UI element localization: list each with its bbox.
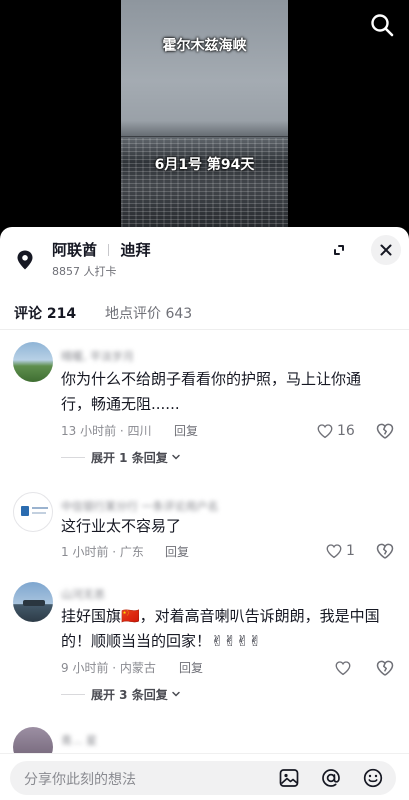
like-count: 1 — [346, 543, 355, 559]
reply-button[interactable]: 回复 — [179, 659, 203, 676]
search-icon — [371, 14, 394, 37]
emoji-icon[interactable] — [362, 767, 384, 789]
location-name[interactable]: 阿联酋 迪拜 — [52, 239, 151, 260]
comment-username[interactable]: 中信银行某分行 一条评论用户名 — [61, 498, 219, 514]
heart-icon — [326, 544, 342, 559]
tab-place-reviews[interactable]: 地点评价 643 — [105, 303, 192, 323]
location-pin-icon — [17, 250, 33, 270]
location-divider — [108, 244, 110, 256]
comment-username[interactable]: 山河无恙 — [61, 586, 105, 602]
comment-username[interactable]: 晴暖, 平淡岁月 — [61, 348, 134, 364]
divider-line — [61, 693, 85, 695]
comments-sheet: 阿联酋 迪拜 8857 人打卡 评论 214 地点评价 643 晴暖, 平淡岁月… — [0, 227, 409, 800]
close-button[interactable] — [371, 235, 401, 265]
reply-button[interactable]: 回复 — [174, 422, 198, 439]
broken-heart-icon — [376, 660, 394, 676]
like-button[interactable]: 16 — [316, 421, 355, 441]
comment-input[interactable]: 分享你此刻的想法 — [10, 761, 396, 795]
logo-line — [32, 507, 48, 509]
divider-line — [61, 456, 85, 458]
heart-icon — [317, 424, 333, 439]
dislike-button[interactable] — [375, 421, 395, 441]
dislike-button[interactable] — [375, 658, 395, 678]
avatar[interactable] — [13, 582, 53, 622]
close-icon — [380, 244, 392, 256]
chevron-down-icon — [171, 454, 180, 460]
comment-text: 这行业太不容易了 — [61, 517, 182, 535]
broken-heart-icon — [376, 423, 394, 439]
comment-text: 你为什么不给朗子看看你的护照，马上让你通行，畅通无阻...... — [61, 370, 362, 413]
video-title-overlay: 霍尔木兹海峡 — [162, 38, 247, 54]
chevron-down-icon — [171, 691, 180, 697]
collapse-arrows-icon — [334, 245, 344, 255]
comment-username[interactable]: 青... 星 — [61, 732, 97, 748]
location-country: 阿联酋 — [52, 241, 98, 259]
avatar-figure — [23, 600, 45, 606]
expand-replies-label: 展开 1 条回复 — [91, 450, 168, 465]
video-date-overlay: 6月1号 第94天 — [154, 157, 255, 173]
broken-heart-icon — [376, 543, 394, 559]
heart-icon — [335, 661, 351, 676]
expand-replies-button[interactable]: 展开 3 条回复 — [61, 685, 182, 703]
tab-comments[interactable]: 评论 214 — [14, 303, 76, 323]
comment-time-region: 9 小时前 · 内蒙古 — [61, 661, 156, 675]
location-header[interactable]: 阿联酋 迪拜 8857 人打卡 — [0, 227, 409, 283]
like-count: 16 — [337, 423, 355, 439]
location-city: 迪拜 — [120, 241, 151, 259]
tab-bar: 评论 214 地点评价 643 — [0, 299, 409, 330]
at-mention-icon[interactable] — [320, 767, 342, 789]
expand-replies-button[interactable]: 展开 1 条回复 — [61, 448, 182, 466]
expand-replies-label: 展开 3 条回复 — [91, 687, 168, 702]
comment-time-region: 1 小时前 · 广东 — [61, 545, 144, 559]
comment-text: 挂好国旗🇨🇳，对着高音喇叭告诉朗朗，我是中国的！顺顺当当的回家！✌✌✌✌ — [61, 607, 380, 650]
like-button[interactable]: 1 — [325, 541, 355, 561]
video-player[interactable]: 霍尔木兹海峡 6月1号 第94天 — [0, 0, 409, 232]
search-button[interactable] — [369, 12, 395, 38]
comment-input-bar: 分享你此刻的想法 — [0, 753, 409, 800]
avatar[interactable] — [13, 492, 53, 532]
logo-mark — [21, 506, 29, 516]
minimize-button[interactable] — [325, 236, 353, 264]
logo-line — [32, 512, 46, 514]
video-frame[interactable]: 霍尔木兹海峡 6月1号 第94天 — [121, 0, 288, 232]
reply-button[interactable]: 回复 — [165, 543, 189, 560]
sea-surface — [121, 138, 288, 232]
checkin-count: 8857 人打卡 — [52, 265, 117, 278]
avatar[interactable] — [13, 342, 53, 382]
comment-time-region: 13 小时前 · 四川 — [61, 424, 152, 438]
dislike-button[interactable] — [375, 541, 395, 561]
like-button[interactable] — [334, 658, 355, 678]
horizon-line — [121, 136, 288, 137]
image-icon[interactable] — [278, 767, 300, 789]
comment-input-placeholder: 分享你此刻的想法 — [24, 772, 136, 788]
